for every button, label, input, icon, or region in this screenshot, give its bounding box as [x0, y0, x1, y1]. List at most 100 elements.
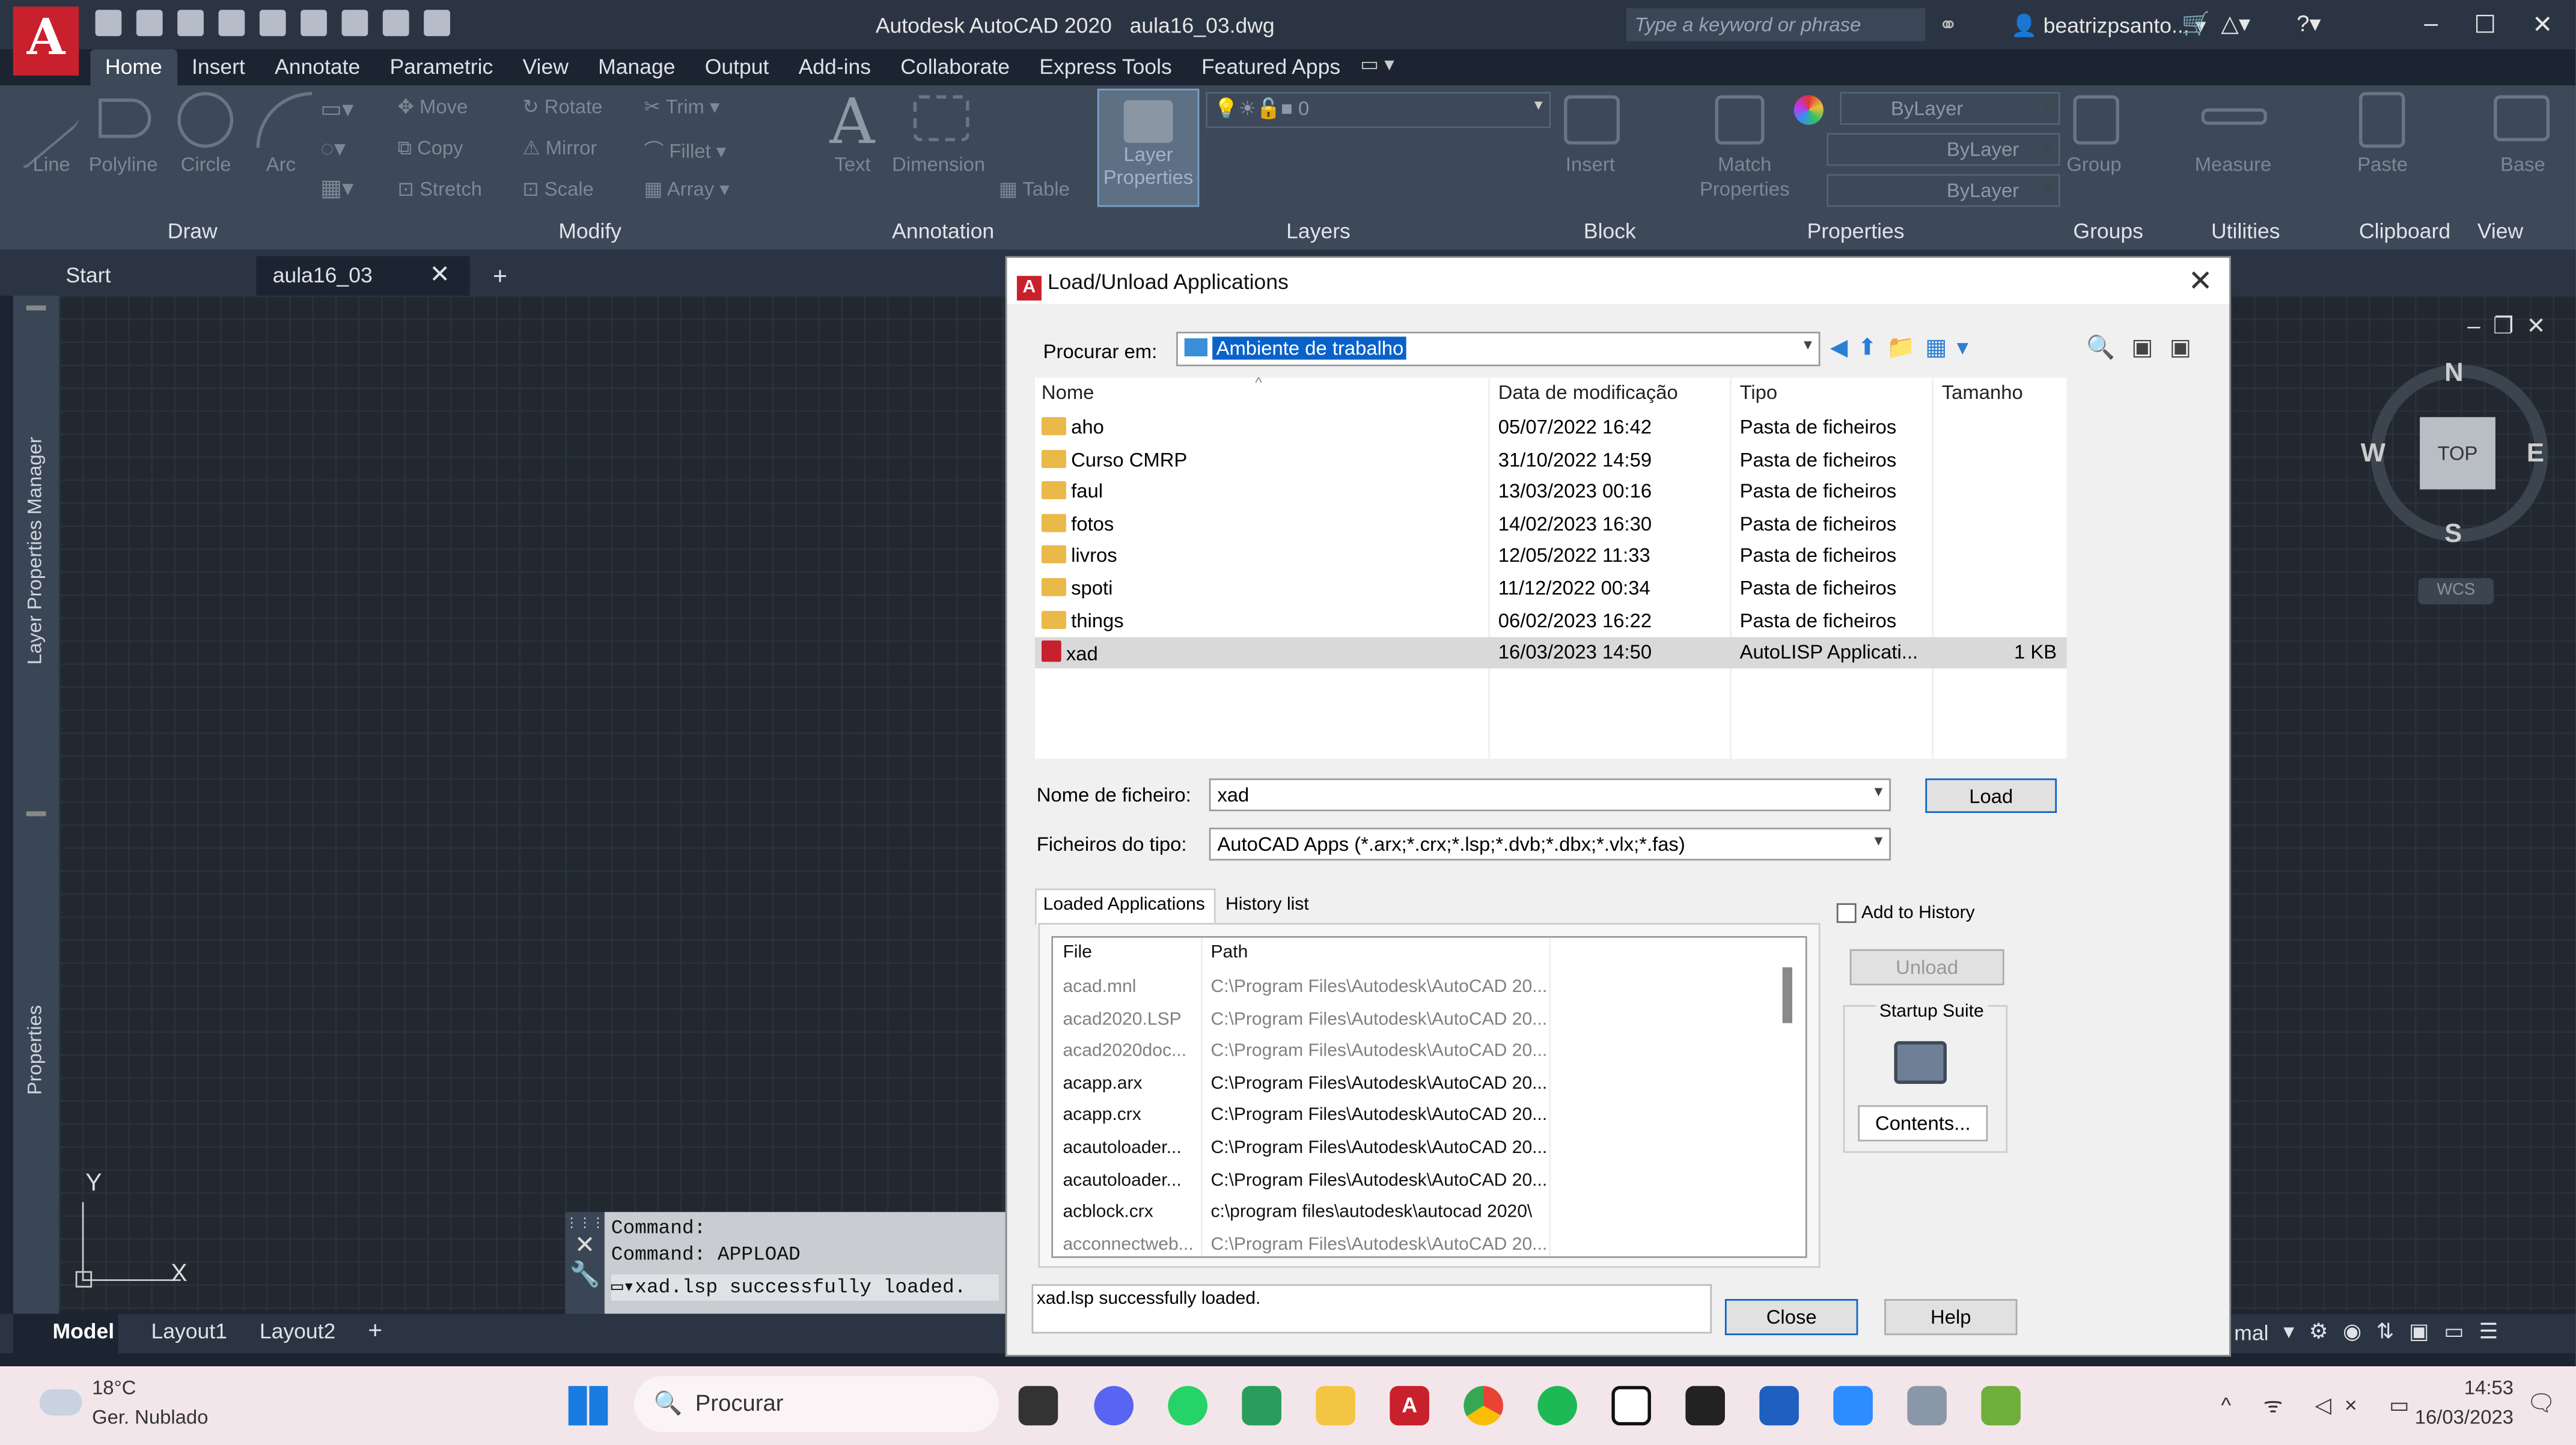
- loaded-app-row[interactable]: acapp.arx C:\Program Files\Autodesk\AutoC…: [1063, 1074, 1779, 1105]
- panel-draw[interactable]: Draw: [168, 219, 218, 243]
- measure-icon[interactable]: [2201, 108, 2267, 125]
- compass-east[interactable]: E: [2527, 440, 2544, 470]
- loaded-app-row[interactable]: acblock.crx c:\program files\autodesk\aut…: [1063, 1202, 1779, 1234]
- notion-icon[interactable]: [1611, 1386, 1651, 1426]
- tab-manage[interactable]: Manage: [583, 49, 690, 85]
- column-file[interactable]: File: [1063, 943, 1091, 963]
- tab-output[interactable]: Output: [690, 49, 784, 85]
- arc-icon[interactable]: [256, 92, 313, 148]
- tab-layout1[interactable]: Layout1: [151, 1319, 227, 1343]
- close-button[interactable]: Close: [1724, 1299, 1858, 1336]
- file-row[interactable]: xad 16/03/2023 14:50 AutoLISP Applicati...…: [1034, 637, 2067, 669]
- close-tab-icon[interactable]: ✕: [430, 260, 450, 289]
- compass-south[interactable]: S: [2444, 520, 2462, 550]
- column-date[interactable]: Data de modificação: [1498, 381, 1678, 404]
- text-icon[interactable]: A: [829, 85, 874, 157]
- file-row[interactable]: aho 05/07/2022 16:42 Pasta de ficheiros: [1035, 412, 2067, 443]
- viewport-controls[interactable]: – ❐ ✕: [2467, 312, 2545, 339]
- tab-start[interactable]: Start: [49, 256, 255, 296]
- trim-button[interactable]: ✂ Trim ▾: [644, 96, 719, 118]
- plot-icon[interactable]: [301, 10, 327, 37]
- loaded-app-row[interactable]: acad.mnl C:\Program Files\Autodesk\AutoCA…: [1063, 977, 1779, 1008]
- file-row[interactable]: fotos 14/02/2023 16:30 Pasta de ficheiros: [1035, 509, 2067, 540]
- windows-start-icon[interactable]: [568, 1386, 608, 1426]
- zoom-icon[interactable]: [1833, 1386, 1873, 1426]
- insert-block-icon[interactable]: [1564, 95, 1620, 145]
- layer-properties-manager-palette[interactable]: Layer Properties Manager: [23, 437, 46, 665]
- match-properties-icon[interactable]: [1715, 95, 1765, 145]
- filename-input[interactable]: xad ▾: [1209, 778, 1891, 812]
- weather-temp[interactable]: 18°C: [92, 1376, 136, 1399]
- measure-button[interactable]: Measure: [2195, 153, 2272, 175]
- rotate-button[interactable]: ↻ Rotate: [522, 96, 602, 118]
- minimize-icon[interactable]: –: [2424, 10, 2438, 39]
- whatsapp-icon[interactable]: [1168, 1386, 1207, 1426]
- web-mobile-icon[interactable]: [259, 10, 286, 37]
- line-button[interactable]: Line: [33, 153, 70, 175]
- panel-clipboard[interactable]: Clipboard: [2359, 219, 2450, 243]
- copy-button[interactable]: ⧉ Copy: [397, 136, 463, 161]
- contents-button[interactable]: Contents...: [1858, 1105, 1988, 1142]
- new-icon[interactable]: [95, 10, 122, 37]
- paste-button[interactable]: Paste: [2357, 153, 2408, 175]
- file-explorer-icon[interactable]: [1316, 1386, 1355, 1426]
- match-properties-button[interactable]: Match Properties: [1695, 153, 1794, 202]
- polyline-button[interactable]: Polyline: [89, 153, 158, 175]
- column-name[interactable]: Nome: [1042, 381, 1094, 404]
- clock-time[interactable]: 14:53: [2408, 1376, 2513, 1399]
- compass-west[interactable]: W: [2361, 440, 2385, 470]
- paste-icon[interactable]: [2359, 92, 2405, 148]
- scale-button[interactable]: ⊡ Scale: [522, 177, 594, 200]
- scrollbar-thumb[interactable]: [1782, 967, 1793, 1023]
- app-icon[interactable]: [1907, 1386, 1947, 1426]
- polyline-icon[interactable]: [98, 98, 151, 138]
- circle-button[interactable]: Circle: [181, 153, 231, 175]
- file-row[interactable]: things 06/02/2023 16:22 Pasta de ficheiros: [1035, 605, 2067, 636]
- column-path[interactable]: Path: [1210, 943, 1248, 963]
- app-icon[interactable]: [1242, 1386, 1281, 1426]
- tab-insert[interactable]: Insert: [177, 49, 260, 85]
- hatch-icon[interactable]: ◌▾: [320, 135, 346, 162]
- undo-icon[interactable]: [382, 10, 409, 37]
- notification-icon[interactable]: 🗨: [2527, 1389, 2556, 1417]
- loaded-app-row[interactable]: acad2020.LSP C:\Program Files\Autodesk\Au…: [1063, 1009, 1779, 1041]
- save-icon[interactable]: [177, 10, 204, 37]
- app-icon[interactable]: [1981, 1386, 2021, 1426]
- weather-desc[interactable]: Ger. Nublado: [92, 1406, 208, 1429]
- drawing-canvas[interactable]: Y X: [59, 295, 1009, 1311]
- maximize-icon[interactable]: ☐: [2474, 10, 2496, 39]
- lineweight-dropdown[interactable]: ByLayer ▾: [1827, 174, 2060, 207]
- loaded-app-row[interactable]: acautoloader... C:\Program Files\Autodesk…: [1063, 1170, 1779, 1202]
- panel-groups[interactable]: Groups: [2073, 219, 2143, 243]
- layer-properties-button[interactable]: Layer Properties: [1097, 88, 1200, 207]
- arc-button[interactable]: Arc: [266, 153, 296, 175]
- stretch-button[interactable]: ⊡ Stretch: [397, 177, 482, 200]
- loaded-app-row[interactable]: acconnectweb... C:\Program Files\Autodesk…: [1063, 1235, 1779, 1256]
- unload-button[interactable]: Unload: [1849, 949, 2004, 985]
- base-button[interactable]: Base: [2500, 153, 2545, 175]
- loaded-app-row[interactable]: acad2020doc... C:\Program Files\Autodesk\…: [1063, 1041, 1779, 1072]
- panel-utilities[interactable]: Utilities: [2211, 219, 2280, 243]
- add-to-history-checkbox[interactable]: [1836, 903, 1857, 923]
- panel-modify[interactable]: Modify: [558, 219, 621, 243]
- file-row[interactable]: livros 12/05/2022 11:33 Pasta de ficheiros: [1035, 541, 2067, 572]
- discord-icon[interactable]: [1094, 1386, 1134, 1426]
- viewcube[interactable]: TOP: [2370, 364, 2548, 542]
- dimension-button[interactable]: Dimension: [892, 153, 985, 175]
- loaded-applications-table[interactable]: File Path acad.mnl C:\Program Files\Autod…: [1051, 935, 1807, 1258]
- properties-palette[interactable]: Properties: [23, 1005, 46, 1095]
- add-layout-icon[interactable]: +: [368, 1317, 382, 1345]
- compass-north[interactable]: N: [2444, 360, 2464, 389]
- tab-model[interactable]: Model: [13, 1313, 118, 1354]
- tab-collaborate[interactable]: Collaborate: [886, 49, 1025, 85]
- panel-view[interactable]: View: [2477, 219, 2523, 243]
- panel-layers[interactable]: Layers: [1286, 219, 1351, 243]
- group-icon[interactable]: [2073, 95, 2119, 145]
- tab-history-list[interactable]: History list: [1225, 895, 1309, 915]
- gradient-icon[interactable]: ▦▾: [320, 174, 353, 202]
- group-button[interactable]: Group: [2066, 153, 2121, 175]
- wcs-menu[interactable]: WCS: [2418, 578, 2494, 604]
- customize-icon[interactable]: 🔧: [565, 1259, 605, 1289]
- file-row[interactable]: faul 13/03/2023 00:16 Pasta de ficheiros: [1035, 476, 2067, 508]
- table-button[interactable]: ▦ Table: [999, 177, 1070, 200]
